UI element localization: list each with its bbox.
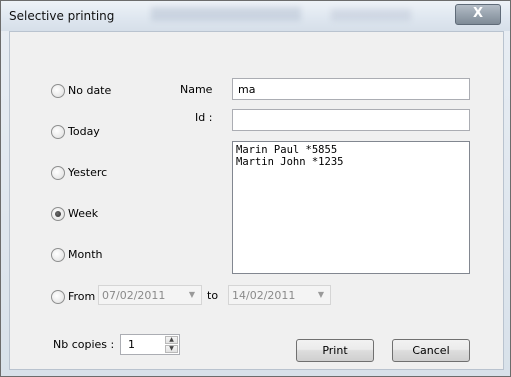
- to-label: to: [207, 289, 219, 302]
- title-bar-glass: [151, 7, 301, 21]
- dialog-body: No date Today Yesterc Week Month From Na…: [9, 31, 504, 370]
- to-date-picker[interactable]: 14/02/2011 ▼: [228, 285, 331, 305]
- list-item[interactable]: Marin Paul *5855: [236, 144, 466, 156]
- title-bar[interactable]: Selective printing X: [1, 1, 510, 31]
- stepper-down-icon[interactable]: ▼: [165, 345, 178, 353]
- radio-label: Yesterc: [68, 166, 108, 179]
- radio-label: Month: [68, 248, 103, 261]
- results-listbox[interactable]: Marin Paul *5855 Martin John *1235: [232, 141, 470, 274]
- title-bar-glass: [331, 9, 411, 21]
- chevron-down-icon[interactable]: ▼: [189, 290, 195, 299]
- stepper-buttons: ▲ ▼: [165, 336, 178, 353]
- to-date-value: 14/02/2011: [232, 289, 296, 302]
- list-item[interactable]: Martin John *1235: [236, 156, 466, 168]
- radio-icon[interactable]: [51, 84, 65, 98]
- radio-label: No date: [68, 84, 112, 97]
- from-date-value: 07/02/2011: [102, 289, 166, 302]
- radio-icon[interactable]: [51, 248, 65, 262]
- id-input[interactable]: [232, 109, 470, 131]
- name-input[interactable]: [232, 78, 470, 100]
- cancel-button[interactable]: Cancel: [392, 339, 470, 362]
- radio-icon[interactable]: [51, 207, 65, 221]
- radio-icon[interactable]: [51, 290, 65, 304]
- from-date-picker[interactable]: 07/02/2011 ▼: [98, 285, 202, 305]
- radio-label: Today: [68, 125, 100, 138]
- stepper-up-icon[interactable]: ▲: [165, 336, 178, 344]
- copies-stepper[interactable]: 1 ▲ ▼: [120, 334, 180, 355]
- id-label: Id :: [195, 111, 213, 124]
- close-button[interactable]: X: [455, 4, 501, 25]
- copies-value[interactable]: 1: [128, 338, 135, 351]
- radio-icon[interactable]: [51, 125, 65, 139]
- dialog-window: Selective printing X No date Today Yeste…: [0, 0, 511, 377]
- name-label: Name: [180, 83, 213, 96]
- close-icon: X: [472, 6, 484, 21]
- copies-label: Nb copies :: [53, 338, 115, 351]
- print-button[interactable]: Print: [296, 339, 374, 362]
- chevron-down-icon[interactable]: ▼: [318, 290, 324, 299]
- radio-icon[interactable]: [51, 166, 65, 180]
- radio-label: From: [68, 290, 96, 303]
- radio-label: Week: [68, 207, 99, 220]
- window-title: Selective printing: [9, 9, 115, 23]
